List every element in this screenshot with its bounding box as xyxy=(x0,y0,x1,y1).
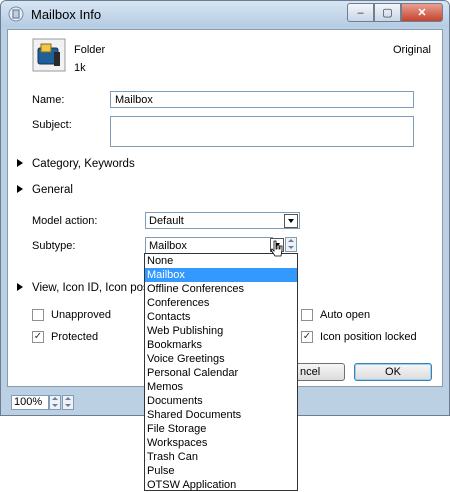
dropdown-option[interactable]: Shared Documents xyxy=(145,408,297,422)
check-icon: ✓ xyxy=(302,331,312,342)
name-label: Name: xyxy=(32,94,65,106)
dropdown-option[interactable]: Bookmarks xyxy=(145,338,297,352)
dropdown-option[interactable]: Web Publishing xyxy=(145,324,297,338)
model-action-value: Default xyxy=(149,215,184,227)
window-title: Mailbox Info xyxy=(31,7,102,22)
dropdown-option[interactable]: Memos xyxy=(145,380,297,394)
dropdown-option[interactable]: Voice Greetings xyxy=(145,352,297,366)
dropdown-option[interactable]: Documents xyxy=(145,394,297,408)
minimize-icon: ‒ xyxy=(357,6,364,19)
object-kind: Folder xyxy=(74,44,106,56)
dropdown-option[interactable]: Pulse xyxy=(145,464,297,478)
dropdown-option[interactable]: Offline Conferences xyxy=(145,282,297,296)
subject-input[interactable] xyxy=(110,116,414,147)
icon-position-locked-label: Icon position locked xyxy=(320,331,417,343)
name-input[interactable]: Mailbox xyxy=(110,91,414,108)
view-expand-icon[interactable] xyxy=(17,283,23,291)
general-section[interactable]: General xyxy=(32,184,73,196)
dropdown-option[interactable]: Mailbox xyxy=(145,268,297,282)
zoom-field[interactable]: 100% xyxy=(11,395,49,410)
dropdown-option[interactable]: Conferences xyxy=(145,296,297,310)
object-size: 1k xyxy=(74,62,86,74)
subtype-dropdown-list[interactable]: None Mailbox Offline Conferences Conference… xyxy=(144,253,298,491)
model-action-select[interactable]: Default xyxy=(145,212,300,229)
dropdown-option[interactable]: Contacts xyxy=(145,310,297,324)
minimize-button[interactable]: ‒ xyxy=(347,3,374,22)
maximize-button[interactable]: ▢ xyxy=(374,3,401,22)
model-action-label: Model action: xyxy=(32,215,98,227)
close-icon: ✕ xyxy=(417,7,427,19)
auto-open-checkbox[interactable] xyxy=(301,309,313,321)
icon-position-locked-checkbox[interactable]: ✓ xyxy=(301,331,313,343)
title-bar[interactable]: Mailbox Info ‒ ▢ ✕ xyxy=(1,1,449,27)
mouse-cursor-icon xyxy=(270,240,283,257)
maximize-icon: ▢ xyxy=(382,7,393,19)
protected-checkbox[interactable]: ✓ xyxy=(32,331,44,343)
subtype-spinner[interactable] xyxy=(285,237,297,252)
subject-label: Subject: xyxy=(32,119,72,131)
subtype-label: Subtype: xyxy=(32,240,76,252)
category-expand-icon[interactable] xyxy=(17,159,23,167)
close-button[interactable]: ✕ xyxy=(401,3,443,22)
subtype-value: Mailbox xyxy=(149,240,187,252)
zoom-up-button[interactable] xyxy=(62,395,74,410)
subtype-select[interactable]: Mailbox xyxy=(145,237,273,254)
protected-label: Protected xyxy=(51,331,99,343)
dropdown-option[interactable]: Personal Calendar xyxy=(145,366,297,380)
mailbox-folder-icon xyxy=(32,38,66,72)
auto-open-label: Auto open xyxy=(320,309,371,321)
general-expand-icon[interactable] xyxy=(17,185,23,193)
ok-button[interactable]: OK xyxy=(354,363,432,381)
dropdown-option[interactable]: File Storage xyxy=(145,422,297,436)
zoom-down-button[interactable] xyxy=(49,395,61,410)
original-label: Original xyxy=(393,44,431,56)
dropdown-option[interactable]: Workspaces xyxy=(145,436,297,450)
unapproved-checkbox[interactable] xyxy=(32,309,44,321)
chevron-down-icon[interactable] xyxy=(284,214,298,228)
mailbox-app-icon xyxy=(8,6,24,22)
category-keywords-section[interactable]: Category, Keywords xyxy=(32,158,135,170)
check-icon: ✓ xyxy=(33,331,43,342)
view-icon-section[interactable]: View, Icon ID, Icon posi xyxy=(32,282,151,294)
dropdown-option[interactable]: OTSW Application xyxy=(145,478,297,492)
unapproved-label: Unapproved xyxy=(51,309,111,321)
dropdown-option[interactable]: Trash Can xyxy=(145,450,297,464)
